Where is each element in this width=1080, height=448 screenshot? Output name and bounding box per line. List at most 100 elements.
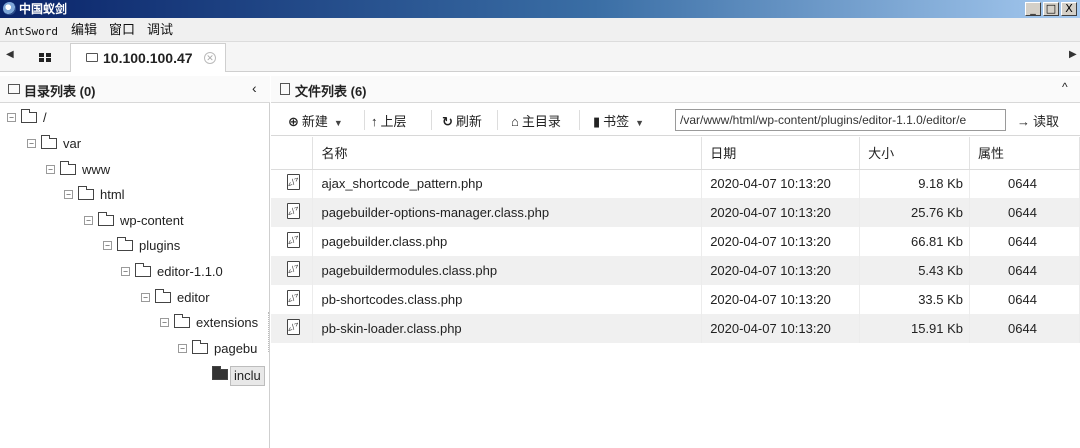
folder-icon <box>21 109 37 123</box>
tab-scroll-right-button[interactable]: ▶ <box>1069 49 1077 60</box>
file-table: 名称 日期 大小 属性 ajax_shortcode_pattern.php 2… <box>271 137 1080 343</box>
dropdown-caret-icon: ▼ <box>333 118 343 128</box>
tab-scroll-left-button[interactable]: ◀ <box>6 49 14 60</box>
collapse-toggle-icon[interactable]: − <box>141 293 150 302</box>
file-size: 33.5 Kb <box>859 285 971 314</box>
file-attr: 0644 <box>969 256 1080 285</box>
file-icon-cell <box>271 314 314 343</box>
table-header-row: 名称 日期 大小 属性 <box>271 137 1080 170</box>
file-date: 2020-04-07 10:13:20 <box>701 314 861 343</box>
tree-node-label: wp-content <box>120 213 184 228</box>
file-attr: 0644 <box>969 198 1080 227</box>
refresh-button-label: 刷新 <box>455 114 482 129</box>
read-button[interactable]: → 读取 <box>1017 111 1059 130</box>
folder-icon <box>212 366 228 380</box>
folder-icon <box>155 289 171 303</box>
table-row[interactable]: ajax_shortcode_pattern.php 2020-04-07 10… <box>271 169 1080 198</box>
refresh-button[interactable]: ↻ 刷新 <box>442 111 482 130</box>
dropdown-caret-icon: ▼ <box>635 118 645 128</box>
file-toolbar: ⊕ 新建 ▼ ↑ 上层 ↻ 刷新 ⌂ 主目录 ▮ 书签 ▼ /var/www/html/wp-… <box>271 104 1080 136</box>
new-button-label: 新建 <box>301 114 328 129</box>
menu-bar: AntSword 编辑 窗口 调试 <box>0 18 1080 42</box>
tree-node-label: var <box>63 136 82 151</box>
collapse-toggle-icon[interactable]: − <box>46 165 55 174</box>
close-button[interactable]: X <box>1061 2 1077 16</box>
menu-antsword[interactable]: AntSword <box>5 24 58 40</box>
table-row[interactable]: pb-shortcodes.class.php 2020-04-07 10:13… <box>271 285 1080 314</box>
file-icon-cell <box>271 256 314 285</box>
collapse-panel-button[interactable]: ‹ <box>252 80 257 96</box>
file-icon-cell <box>271 227 314 256</box>
collapse-toggle-icon[interactable]: − <box>64 190 73 199</box>
php-file-icon <box>287 319 300 335</box>
file-attr: 0644 <box>969 169 1080 198</box>
table-row[interactable]: pagebuilder.class.php 2020-04-07 10:13:2… <box>271 227 1080 256</box>
file-attr: 0644 <box>969 314 1080 343</box>
maximize-button[interactable]: □ <box>1043 2 1059 16</box>
folder-icon <box>192 340 208 354</box>
folder-icon <box>135 263 151 277</box>
php-file-icon <box>287 232 300 248</box>
tree-node-label: extensions <box>196 315 259 330</box>
file-size: 5.43 Kb <box>859 256 971 285</box>
minimize-button[interactable]: _ <box>1025 2 1041 16</box>
tree-node-label: / <box>43 110 47 125</box>
collapse-toggle-icon[interactable]: − <box>178 344 187 353</box>
app-logo-icon <box>3 2 16 15</box>
table-row[interactable]: pb-skin-loader.class.php 2020-04-07 10:1… <box>271 314 1080 343</box>
file-date: 2020-04-07 10:13:20 <box>701 198 861 227</box>
column-header-size[interactable]: 大小 <box>859 137 971 170</box>
file-size: 66.81 Kb <box>859 227 971 256</box>
arrow-right-icon: → <box>1017 114 1030 129</box>
new-button[interactable]: ⊕ 新建 ▼ <box>288 111 343 130</box>
toolbar-separator <box>364 110 365 130</box>
folder-icon <box>60 161 76 175</box>
tab-host-label: 10.100.100.47 <box>103 50 193 66</box>
file-icon <box>280 83 290 95</box>
column-header-date[interactable]: 日期 <box>701 137 861 170</box>
file-panel: 文件列表 (6) ^ ⊕ 新建 ▼ ↑ 上层 ↻ 刷新 ⌂ 主目录 ▮ 书签 ▼ /var/w… <box>271 76 1080 448</box>
table-row[interactable]: pagebuilder-options-manager.class.php 20… <box>271 198 1080 227</box>
path-input[interactable]: /var/www/html/wp-content/plugins/editor-… <box>675 109 1006 131</box>
up-button[interactable]: ↑ 上层 <box>371 111 407 130</box>
file-name: pb-shortcodes.class.php <box>312 285 703 314</box>
collapse-toggle-icon[interactable]: − <box>84 216 93 225</box>
file-size: 15.91 Kb <box>859 314 971 343</box>
menu-window[interactable]: 窗口 <box>109 22 135 38</box>
column-header-name[interactable]: 名称 <box>312 137 703 170</box>
folder-icon <box>117 237 133 251</box>
php-file-icon <box>287 174 300 191</box>
column-header-icon <box>271 137 314 170</box>
window-title: 中国蚁剑 <box>19 2 68 16</box>
panel-splitter[interactable] <box>268 312 270 352</box>
file-icon-cell <box>271 198 314 227</box>
tree-node-label-selected: inclu <box>230 366 265 386</box>
home-button[interactable]: ⌂ 主目录 <box>511 111 561 130</box>
folder-icon <box>98 212 114 226</box>
php-file-icon <box>287 290 300 306</box>
collapse-toggle-icon[interactable]: − <box>103 241 112 250</box>
collapse-toggle-icon[interactable]: − <box>7 113 16 122</box>
bookmark-button-label: 书签 <box>603 114 630 129</box>
column-header-attr[interactable]: 属性 <box>969 137 1080 170</box>
collapse-toggle-icon[interactable]: − <box>160 318 169 327</box>
php-file-icon <box>287 261 300 277</box>
bookmark-button[interactable]: ▮ 书签 ▼ <box>593 111 644 130</box>
tree-node-label: editor <box>177 290 210 305</box>
tab-host[interactable]: 10.100.100.47 ✕ <box>70 43 226 72</box>
file-panel-title: 文件列表 (6) <box>295 84 367 99</box>
table-row[interactable]: pagebuildermodules.class.php 2020-04-07 … <box>271 256 1080 285</box>
file-panel-header: 文件列表 (6) ^ <box>271 76 1080 103</box>
collapse-panel-button[interactable]: ^ <box>1062 80 1068 94</box>
tab-home[interactable] <box>22 43 68 71</box>
menu-edit[interactable]: 编辑 <box>71 22 97 38</box>
file-name: ajax_shortcode_pattern.php <box>312 169 703 198</box>
collapse-toggle-icon[interactable]: − <box>27 139 36 148</box>
collapse-toggle-icon[interactable]: − <box>121 267 130 276</box>
file-icon-cell <box>271 285 314 314</box>
menu-debug[interactable]: 调试 <box>147 22 173 38</box>
file-attr: 0644 <box>969 227 1080 256</box>
toolbar-separator <box>497 110 498 130</box>
file-attr: 0644 <box>969 285 1080 314</box>
tab-close-icon[interactable]: ✕ <box>204 52 216 64</box>
